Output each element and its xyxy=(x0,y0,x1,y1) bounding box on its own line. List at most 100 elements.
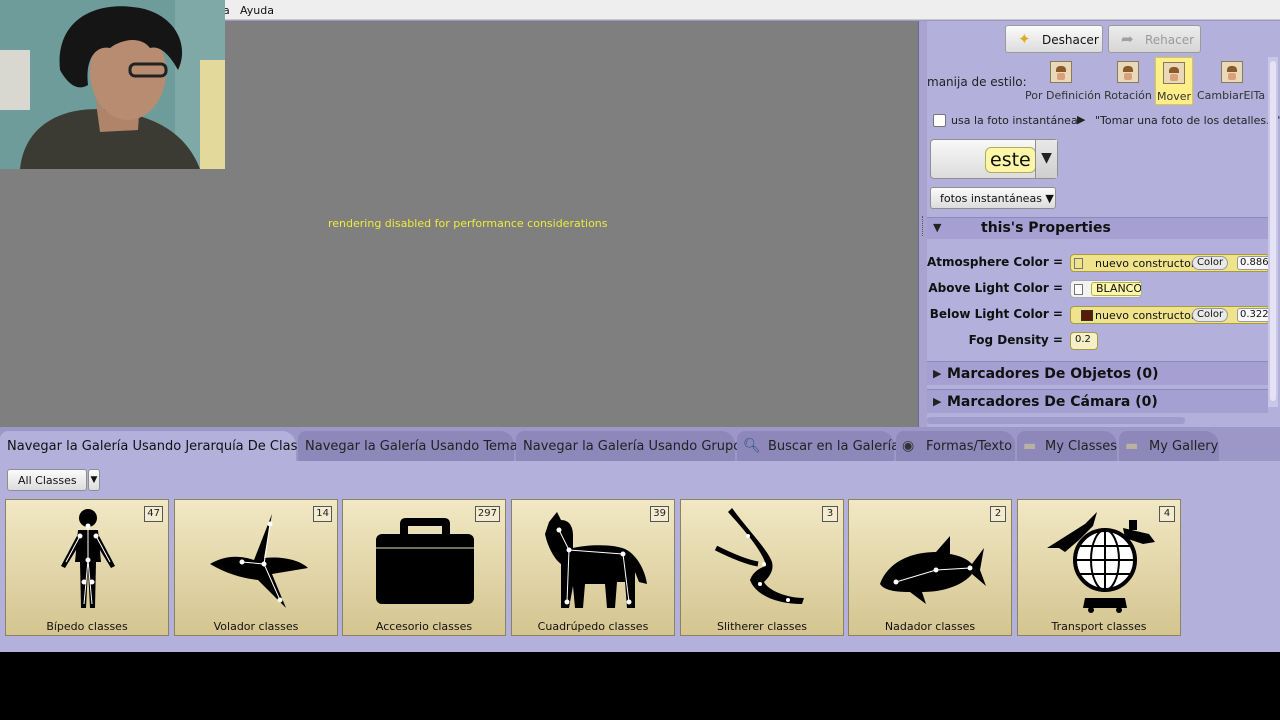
tab-class-hierarchy[interactable]: Navegar la Galería Usando Jerarquía De C… xyxy=(0,431,312,461)
card-label: Slitherer classes xyxy=(716,620,808,633)
handle-default-label: Por Definición xyxy=(1025,89,1101,102)
expand-triangle-icon[interactable]: ▶ xyxy=(933,367,941,380)
swimmer-icon xyxy=(880,536,986,604)
card-label: Nadador classes xyxy=(884,620,976,633)
collapse-triangle-icon[interactable]: ▼ xyxy=(933,221,941,234)
number-tile[interactable]: 0.2 xyxy=(1073,334,1093,348)
gallery-card-quadruped[interactable]: 39 Cuadrúpedo classes xyxy=(511,499,675,636)
folder-icon: ▬ xyxy=(1023,438,1037,454)
redo-icon: ➦ xyxy=(1121,30,1134,48)
camera-markers-row[interactable]: ▶ Marcadores De Cámara (0) xyxy=(927,389,1268,413)
card-label: Cuadrúpedo classes xyxy=(537,620,649,633)
class-count-badge: 4 xyxy=(1159,506,1175,522)
constructor-label: nuevo constructor xyxy=(1095,309,1196,322)
class-filter-select[interactable]: All Classes xyxy=(7,469,87,491)
gallery-card-transport[interactable]: 4 Transport classes xyxy=(1017,499,1181,636)
handle-move[interactable]: Mover xyxy=(1155,57,1193,105)
number-tile[interactable]: 0.322 xyxy=(1237,308,1269,322)
tab-label: Navegar la Galería Usando Temas xyxy=(305,439,525,454)
number-tile[interactable]: 0.886 xyxy=(1237,256,1269,270)
properties-title: this's Properties xyxy=(981,220,1111,236)
undo-button[interactable]: ✦ Deshacer xyxy=(1005,25,1103,53)
folder-icon: ▬ xyxy=(1125,438,1139,454)
tab-label: My Classes xyxy=(1045,439,1118,454)
color-constant-tile: BLANCO xyxy=(1091,282,1141,296)
class-filter-value: All Classes xyxy=(18,474,77,487)
tab-themes[interactable]: Navegar la Galería Usando Temas xyxy=(298,431,524,461)
class-count-badge: 39 xyxy=(650,506,669,522)
scene-status-message: rendering disabled for performance consi… xyxy=(328,217,608,230)
above-light-color-value[interactable]: BLANCO xyxy=(1070,280,1142,298)
gallery-body: All Classes ▼ 47 Bípedo classes 14 Volad… xyxy=(0,461,1280,652)
undo-label: Deshacer xyxy=(1042,33,1099,47)
instance-selector[interactable]: este ▼ xyxy=(930,139,1058,179)
tab-label: Navegar la Galería Usando Jerarquía De C… xyxy=(7,439,313,454)
tab-search[interactable]: 🔍︎ Buscar en la Galería xyxy=(737,431,899,461)
below-light-color-value[interactable]: nuevo constructor Color 0.322 xyxy=(1070,306,1270,324)
color-swatch xyxy=(1081,310,1093,321)
color-class-tile: Color xyxy=(1192,308,1229,322)
selected-instance-tile: este xyxy=(985,147,1036,173)
person-default-icon xyxy=(1050,61,1072,83)
gallery-card-prop[interactable]: 297 Accesorio classes xyxy=(342,499,506,636)
gallery-card-flyer[interactable]: 14 Volador classes xyxy=(174,499,338,636)
fog-density-value[interactable]: 0.2 xyxy=(1070,332,1098,350)
snapshots-dropdown[interactable]: fotos instantáneas ▼ xyxy=(930,187,1056,209)
vertical-scrollbar[interactable] xyxy=(1268,57,1278,407)
gallery-card-slitherer[interactable]: 3 Slitherer classes xyxy=(680,499,844,636)
handle-rotation[interactable]: Rotación xyxy=(1103,57,1153,105)
biped-icon xyxy=(61,509,115,608)
camera-markers-label: Marcadores De Cámara (0) xyxy=(947,394,1158,410)
person-move-icon xyxy=(1163,62,1185,84)
quadruped-icon xyxy=(545,512,647,608)
split-pane-divider[interactable] xyxy=(918,21,927,427)
tab-my-classes[interactable]: ▬ My Classes xyxy=(1017,431,1117,461)
menu-item-help[interactable]: Ayuda xyxy=(240,4,274,17)
chevron-down-icon[interactable]: ▼ xyxy=(88,469,100,491)
shapes-icon: ◉ xyxy=(902,438,915,454)
color-swatch xyxy=(1074,284,1083,295)
webcam-person-image xyxy=(0,0,225,169)
tab-groups[interactable]: Navegar la Galería Usando Grupos xyxy=(516,431,748,461)
handle-resize[interactable]: CambiarElTa xyxy=(1197,57,1267,105)
color-class-tile: Color xyxy=(1192,256,1229,270)
transport-icon xyxy=(1047,512,1155,613)
gallery-panel: Navegar la Galería Usando Jerarquía De C… xyxy=(0,427,1280,652)
horizontal-scrollbar[interactable] xyxy=(927,417,1185,424)
constructor-label: nuevo constructor xyxy=(1095,257,1196,270)
class-count-badge: 297 xyxy=(474,506,500,522)
redo-label: Rehacer xyxy=(1145,33,1195,47)
class-count-badge: 14 xyxy=(313,506,332,522)
tab-label: My Gallery xyxy=(1149,439,1219,454)
above-light-color-label: Above Light Color = xyxy=(928,281,1063,295)
atmosphere-color-value[interactable]: nuevo constructor Color 0.886 xyxy=(1070,254,1270,272)
card-label: Volador classes xyxy=(213,620,299,633)
tab-label: Navegar la Galería Usando Grupos xyxy=(523,439,748,454)
play-arrow-icon: ▶ xyxy=(1077,113,1086,126)
atmosphere-color-label: Atmosphere Color = xyxy=(927,255,1063,269)
gallery-card-swimmer[interactable]: 2 Nadador classes xyxy=(848,499,1012,636)
undo-icon: ✦ xyxy=(1018,30,1031,48)
snapshot-checkbox[interactable] xyxy=(933,114,946,127)
tab-shapes-text[interactable]: ◉ Formas/Texto xyxy=(896,431,1015,461)
card-label: Transport classes xyxy=(1051,620,1147,633)
redo-button[interactable]: ➦ Rehacer xyxy=(1108,25,1201,53)
snapshot-checkbox-label: usa la foto instantánea xyxy=(951,114,1078,127)
tab-my-gallery[interactable]: ▬ My Gallery xyxy=(1119,431,1219,461)
handle-resize-label: CambiarElTa xyxy=(1197,89,1266,102)
object-markers-label: Marcadores De Objetos (0) xyxy=(947,366,1159,382)
fog-density-label: Fog Density = xyxy=(968,333,1063,347)
tab-label: Buscar en la Galería xyxy=(768,439,900,454)
expand-triangle-icon[interactable]: ▶ xyxy=(933,395,941,408)
color-swatch xyxy=(1074,258,1083,269)
gallery-card-biped[interactable]: 47 Bípedo classes xyxy=(5,499,169,636)
chevron-down-icon[interactable]: ▼ xyxy=(1035,140,1057,178)
properties-panel: ✦ Deshacer ➦ Rehacer manija de estilo: P… xyxy=(927,21,1280,427)
object-markers-row[interactable]: ▶ Marcadores De Objetos (0) xyxy=(927,361,1268,385)
handle-default[interactable]: Por Definición xyxy=(1025,57,1101,105)
flyer-icon xyxy=(210,514,308,608)
person-rotate-icon xyxy=(1117,61,1139,83)
handle-rotation-label: Rotación xyxy=(1104,89,1152,102)
properties-header[interactable]: ▼ this's Properties xyxy=(927,217,1268,239)
class-count-badge: 2 xyxy=(990,506,1006,522)
